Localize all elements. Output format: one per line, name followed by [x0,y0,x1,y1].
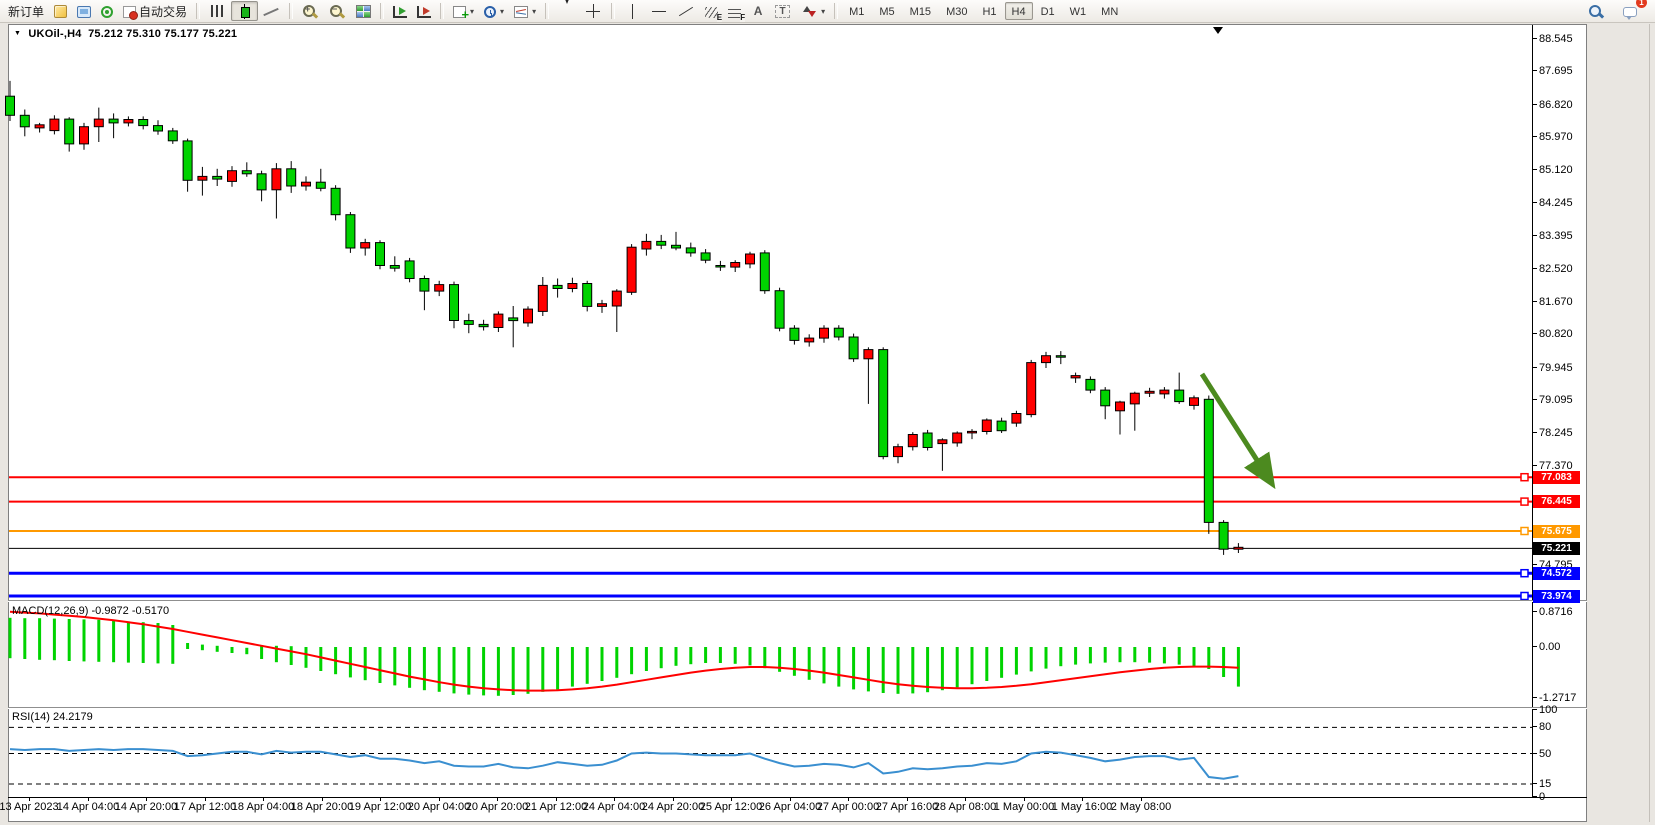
mt4-terminal: 新订单 自动交易 + − ▾ ▾ ▾ E F A T ▾ [0,0,1655,825]
chart-shift-icon [417,6,431,18]
timeframe-w1[interactable]: W1 [1063,2,1094,20]
cursor-button[interactable] [553,1,580,21]
cursor-icon [562,0,572,18]
crosshair-icon [585,4,602,19]
rsi-indicator-label: RSI(14) 24.2179 [12,711,93,723]
trendline-icon [678,4,695,19]
timeframe-h1[interactable]: H1 [975,2,1003,20]
equidistant-channel-icon: E [705,7,718,18]
toolbar-separator [545,3,549,19]
rsi-pane-separator[interactable] [8,707,1587,709]
notifications-button[interactable]: 1 [1618,1,1642,21]
dropdown-caret-icon: ▾ [470,7,474,16]
fibonacci-button[interactable]: F [723,1,746,21]
symbol-period-label: UKOil-,H4 [28,28,81,40]
candlestick-chart-icon [236,4,253,19]
timeframe-m1[interactable]: M1 [842,2,871,20]
crosshair-button[interactable] [580,1,607,21]
auto-trading-button[interactable]: 自动交易 [118,1,192,21]
chart-shift-button[interactable] [412,1,436,21]
zoom-in-button[interactable]: + [297,1,324,21]
fibonacci-icon: F [728,7,741,18]
indicators-button[interactable]: ▾ [448,1,479,21]
candlestick-chart-button[interactable] [231,1,258,21]
zoom-in-icon: + [302,4,319,19]
line-chart-button[interactable] [258,1,285,21]
bar-chart-button[interactable] [204,1,231,21]
zoom-out-icon: − [329,4,346,19]
vertical-line-button[interactable] [619,1,646,21]
timeframe-toolbar: M1M5M15M30H1H4D1W1MN [842,2,1125,20]
clock-icon [484,6,496,18]
arrows-icon [800,4,817,19]
timeframe-mn[interactable]: MN [1094,2,1125,20]
toolbar-separator [289,3,293,19]
horizontal-line-button[interactable] [646,1,673,21]
periods-button[interactable]: ▾ [479,1,509,21]
price-axis-line [1532,25,1533,798]
chat-icon [1623,7,1637,17]
time-axis-line [8,797,1587,798]
timeframe-m30[interactable]: M30 [939,2,974,20]
bar-chart-icon [211,5,224,17]
toolbar-separator [611,3,615,19]
new-chart-button[interactable] [49,1,72,21]
auto-scroll-icon [393,6,407,18]
chart-ohlc-readout[interactable]: ▼ UKOil-,H4 75.212 75.310 75.177 75.221 [14,28,237,40]
window-edge [1649,24,1650,822]
chevron-down-icon: ▼ [14,30,21,37]
timeframe-h4[interactable]: H4 [1005,2,1033,20]
search-icon [1588,4,1605,19]
workspace-background [1588,24,1655,822]
tile-windows-icon [356,5,371,18]
arrows-button[interactable]: ▾ [795,1,830,21]
macd-indicator-label: MACD(12,26,9) -0.9872 -0.5170 [12,605,169,617]
toolbar-separator [834,3,838,19]
toolbar-separator [380,3,384,19]
signals-button[interactable] [96,1,118,21]
new-order-button[interactable]: 新订单 [3,1,49,21]
chart-window[interactable] [8,24,1587,822]
text-button[interactable]: A [746,1,770,21]
line-chart-icon [263,4,280,19]
dropdown-caret-icon: ▾ [821,7,825,16]
new-order-label: 新订单 [8,3,44,20]
auto-trading-label: 自动交易 [139,3,187,20]
market-watch-button[interactable] [72,1,96,21]
indicators-icon [453,6,466,18]
dropdown-caret-icon: ▾ [500,7,504,16]
text-label-button[interactable]: T [770,1,795,21]
chart-shift-marker[interactable] [1213,27,1223,34]
text-icon: A [751,4,765,19]
ohlc-values: 75.212 75.310 75.177 75.221 [88,28,237,40]
templates-button[interactable]: ▾ [509,1,541,21]
templates-icon [514,6,528,18]
timeframe-m5[interactable]: M5 [872,2,901,20]
main-toolbar: 新订单 自动交易 + − ▾ ▾ ▾ E F A T ▾ [0,0,1655,23]
macd-pane-separator[interactable] [8,600,1587,602]
auto-scroll-button[interactable] [388,1,412,21]
notification-badge: 1 [1636,0,1647,8]
toolbar-separator [440,3,444,19]
timeframe-d1[interactable]: D1 [1034,2,1062,20]
tile-windows-button[interactable] [351,1,376,21]
signals-icon [101,6,113,18]
toolbar-separator [196,3,200,19]
search-button[interactable] [1583,1,1610,21]
channel-button[interactable]: E [700,1,723,21]
horizontal-line-icon [651,4,668,19]
trendline-button[interactable] [673,1,700,21]
timeframe-m15[interactable]: M15 [903,2,938,20]
new-chart-icon [54,5,67,18]
dropdown-caret-icon: ▾ [532,7,536,16]
auto-trading-icon [123,6,136,18]
text-label-icon: T [775,5,790,18]
market-watch-icon [77,6,91,18]
vertical-line-icon [624,4,641,19]
zoom-out-button[interactable]: − [324,1,351,21]
